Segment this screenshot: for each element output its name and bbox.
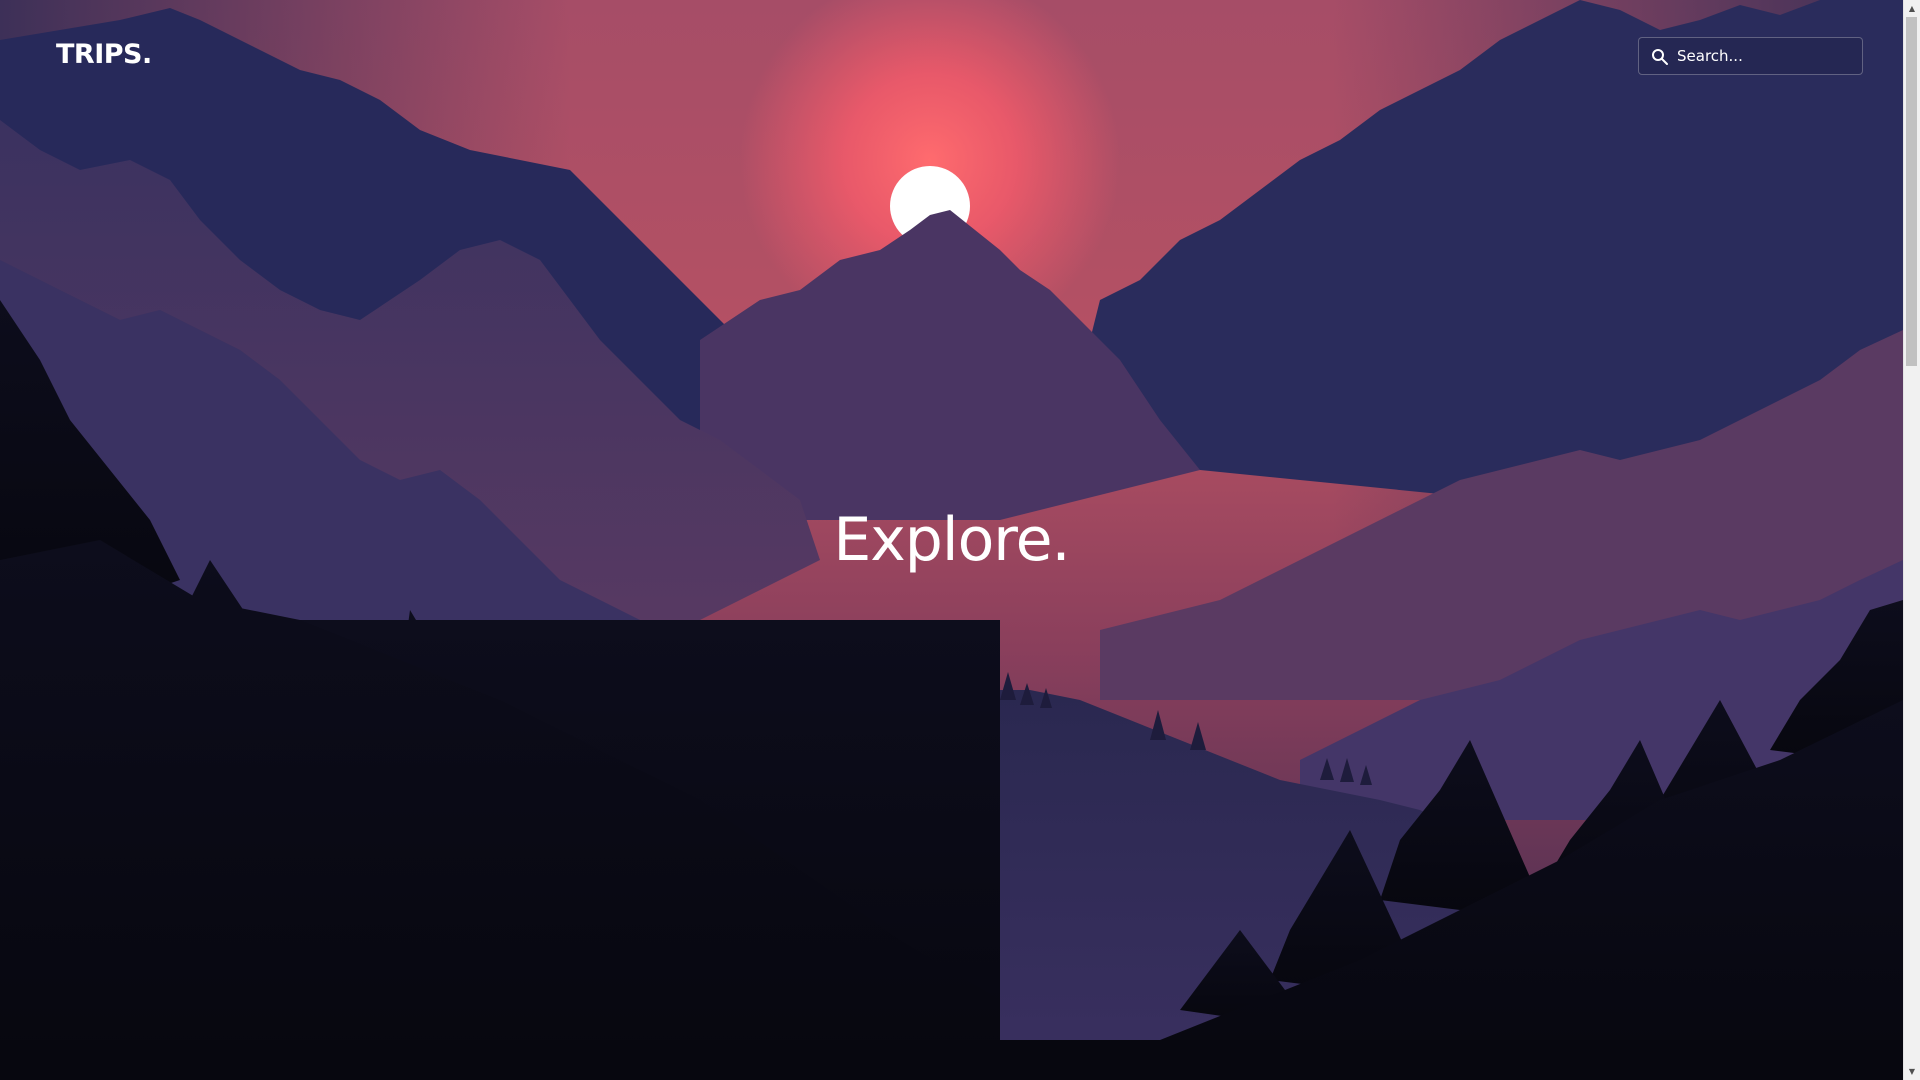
page-viewport: TRIPS. Explore. xyxy=(0,0,1903,1080)
scrollbar-thumb[interactable] xyxy=(1906,17,1917,366)
search-input[interactable] xyxy=(1677,38,1857,74)
hero-title: Explore. xyxy=(833,505,1070,575)
search-icon xyxy=(1652,49,1668,65)
search-box[interactable] xyxy=(1638,37,1863,75)
site-logo[interactable]: TRIPS. xyxy=(56,36,152,74)
vertical-scrollbar[interactable]: ▲ ▼ xyxy=(1903,0,1920,1080)
scroll-down-arrow-icon[interactable]: ▼ xyxy=(1904,1063,1920,1080)
scroll-up-arrow-icon[interactable]: ▲ xyxy=(1904,0,1920,17)
site-header: TRIPS. xyxy=(0,0,1903,110)
